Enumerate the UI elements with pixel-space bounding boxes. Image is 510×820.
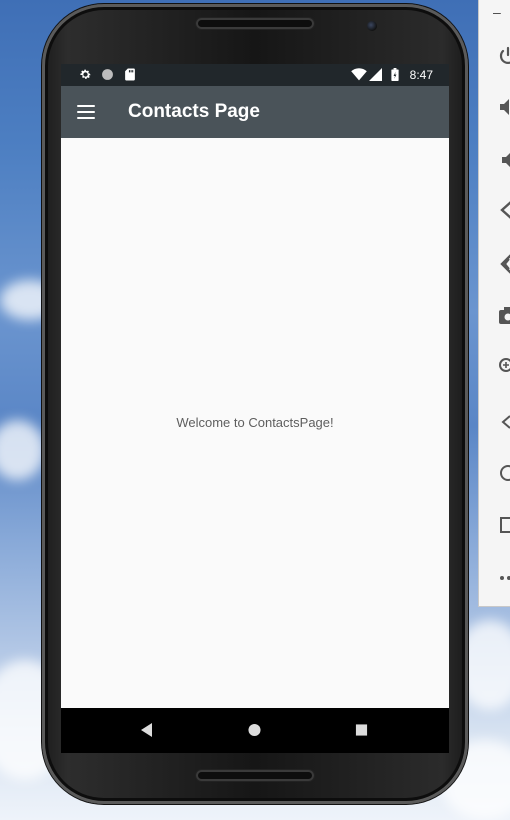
welcome-message: Welcome to ContactsPage! bbox=[176, 415, 334, 430]
device-screen: 8:47 Contacts Page Welcome to ContactsPa… bbox=[61, 64, 449, 753]
background-cloud bbox=[0, 420, 45, 480]
power-icon[interactable] bbox=[498, 46, 510, 66]
camera-icon[interactable] bbox=[498, 305, 510, 325]
volume-down-icon[interactable] bbox=[498, 150, 510, 170]
page-title: Contacts Page bbox=[128, 101, 260, 122]
more-icon[interactable] bbox=[498, 568, 510, 588]
rotate-right-icon[interactable] bbox=[498, 252, 510, 274]
home-icon[interactable] bbox=[498, 463, 510, 483]
emulator-side-panel: – bbox=[478, 0, 510, 607]
page-content: Welcome to ContactsPage! bbox=[61, 138, 449, 708]
rotate-left-icon[interactable] bbox=[498, 199, 510, 219]
status-bar: 8:47 bbox=[61, 64, 449, 86]
overview-icon[interactable] bbox=[498, 515, 510, 535]
circle-icon bbox=[101, 68, 114, 84]
navigation-bar bbox=[61, 708, 449, 753]
top-speaker bbox=[196, 18, 314, 29]
status-time: 8:47 bbox=[409, 68, 433, 82]
recents-icon[interactable] bbox=[355, 723, 368, 742]
home-icon[interactable] bbox=[248, 723, 261, 742]
back-icon[interactable] bbox=[141, 723, 153, 742]
bottom-speaker bbox=[196, 770, 314, 781]
sd-card-icon bbox=[124, 68, 136, 84]
app-bar: Contacts Page bbox=[61, 86, 449, 138]
wifi-icon bbox=[351, 68, 367, 84]
volume-up-icon[interactable] bbox=[498, 97, 510, 117]
back-icon[interactable] bbox=[498, 412, 510, 432]
settings-icon bbox=[79, 68, 92, 84]
hamburger-menu-icon[interactable] bbox=[77, 102, 97, 122]
front-camera bbox=[367, 21, 377, 31]
minimize-button[interactable]: – bbox=[493, 4, 501, 20]
zoom-icon[interactable] bbox=[498, 356, 510, 376]
battery-charging-icon bbox=[391, 68, 399, 84]
signal-icon bbox=[369, 68, 382, 84]
